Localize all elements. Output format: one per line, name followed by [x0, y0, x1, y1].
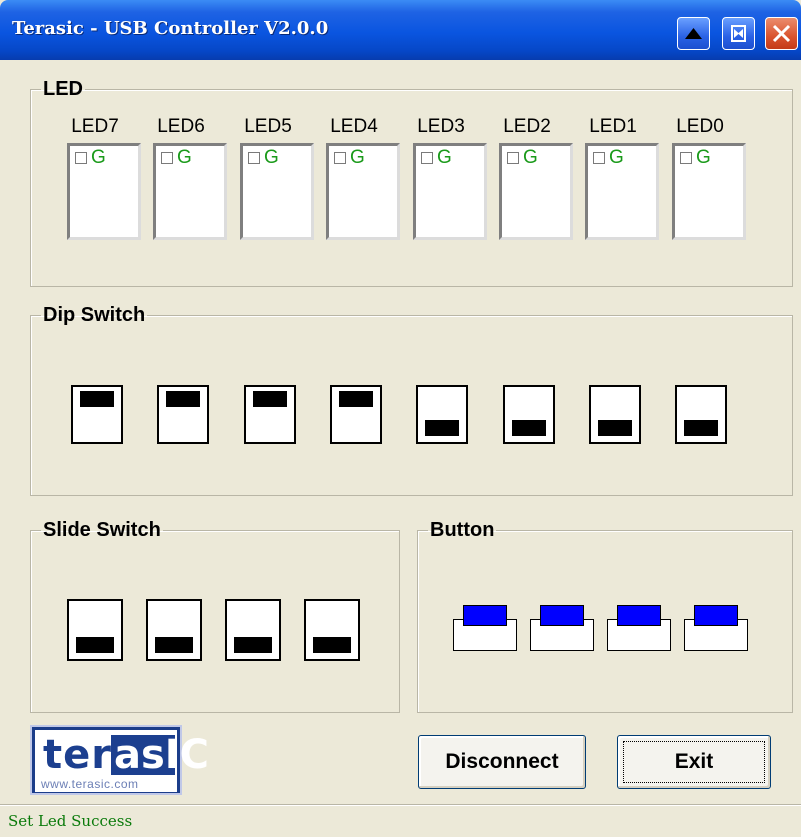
- window-title: Terasic - USB Controller V2.0.0: [12, 18, 329, 39]
- switch-knob: [425, 420, 459, 436]
- led-checkbox[interactable]: [507, 152, 519, 164]
- dip-switch-group-legend: Dip Switch: [43, 304, 146, 326]
- led-checkbox[interactable]: [248, 152, 260, 164]
- push-button-2[interactable]: [607, 602, 671, 652]
- led-indicator-5: G: [499, 143, 573, 240]
- dip-switch-0[interactable]: [71, 385, 123, 444]
- led-checkbox[interactable]: [421, 152, 433, 164]
- led-color-letter: G: [696, 147, 711, 168]
- push-button-0[interactable]: [453, 602, 517, 652]
- logo-url: www.terasic.com: [41, 777, 139, 791]
- led-checkbox[interactable]: [75, 152, 87, 164]
- restore-icon[interactable]: [722, 17, 755, 50]
- push-button-3[interactable]: [684, 602, 748, 652]
- status-bar: Set Led Success: [0, 804, 801, 837]
- slide-switch-0[interactable]: [67, 599, 123, 661]
- dip-switch-5[interactable]: [503, 385, 555, 444]
- title-bar[interactable]: Terasic - USB Controller V2.0.0: [0, 0, 801, 60]
- led-indicator-6: G: [585, 143, 659, 240]
- logo-text-asic: asIC: [114, 732, 210, 778]
- switch-knob: [313, 637, 351, 653]
- led-indicator-0: G: [67, 143, 141, 240]
- switch-knob: [339, 391, 373, 407]
- switch-knob: [76, 637, 114, 653]
- switch-knob: [512, 420, 546, 436]
- dip-switch-6[interactable]: [589, 385, 641, 444]
- disconnect-button-label: Disconnect: [445, 750, 559, 773]
- slide-switch-group-legend: Slide Switch: [43, 519, 161, 541]
- led-label: LED5: [244, 116, 292, 137]
- led-checkbox[interactable]: [680, 152, 692, 164]
- button-cap: [540, 605, 584, 626]
- exit-button[interactable]: Exit: [617, 735, 771, 789]
- led-indicator-4: G: [413, 143, 487, 240]
- led-label: LED7: [71, 116, 119, 137]
- led-color-letter: G: [609, 147, 624, 168]
- led-indicator-1: G: [153, 143, 227, 240]
- dip-switch-1[interactable]: [157, 385, 209, 444]
- led-indicator-7: G: [672, 143, 746, 240]
- led-label: LED1: [589, 116, 637, 137]
- button-group-legend: Button: [430, 519, 495, 541]
- close-icon[interactable]: [765, 17, 798, 50]
- dip-switch-3[interactable]: [330, 385, 382, 444]
- button-cap: [463, 605, 507, 626]
- led-checkbox[interactable]: [334, 152, 346, 164]
- led-label: LED2: [503, 116, 551, 137]
- dip-switch-7[interactable]: [675, 385, 727, 444]
- led-label: LED4: [330, 116, 378, 137]
- led-color-letter: G: [350, 147, 365, 168]
- push-button-1[interactable]: [530, 602, 594, 652]
- led-label: LED3: [417, 116, 465, 137]
- minimize-up-icon[interactable]: [677, 17, 710, 50]
- led-indicator-2: G: [240, 143, 314, 240]
- slide-switch-3[interactable]: [304, 599, 360, 661]
- switch-knob: [234, 637, 272, 653]
- led-color-letter: G: [177, 147, 192, 168]
- switch-knob: [253, 391, 287, 407]
- led-group-legend: LED: [43, 78, 83, 100]
- switch-knob: [80, 391, 114, 407]
- led-color-letter: G: [91, 147, 106, 168]
- terasic-logo: ter asIC www.terasic.com: [30, 725, 209, 795]
- slide-switch-1[interactable]: [146, 599, 202, 661]
- led-indicator-3: G: [326, 143, 400, 240]
- led-label: LED0: [676, 116, 724, 137]
- led-checkbox[interactable]: [593, 152, 605, 164]
- button-cap: [617, 605, 661, 626]
- led-checkbox[interactable]: [161, 152, 173, 164]
- switch-knob: [166, 391, 200, 407]
- logo-text-ter: ter: [43, 732, 112, 778]
- switch-knob: [155, 637, 193, 653]
- button-cap: [694, 605, 738, 626]
- dip-switch-2[interactable]: [244, 385, 296, 444]
- slide-switch-2[interactable]: [225, 599, 281, 661]
- disconnect-button[interactable]: Disconnect: [418, 735, 586, 789]
- led-color-letter: G: [523, 147, 538, 168]
- switch-knob: [598, 420, 632, 436]
- led-color-letter: G: [264, 147, 279, 168]
- switch-knob: [684, 420, 718, 436]
- led-label: LED6: [157, 116, 205, 137]
- led-color-letter: G: [437, 147, 452, 168]
- dip-switch-4[interactable]: [416, 385, 468, 444]
- main-window: Terasic - USB Controller V2.0.0 LED LED7…: [0, 0, 801, 836]
- status-text: Set Led Success: [8, 812, 133, 830]
